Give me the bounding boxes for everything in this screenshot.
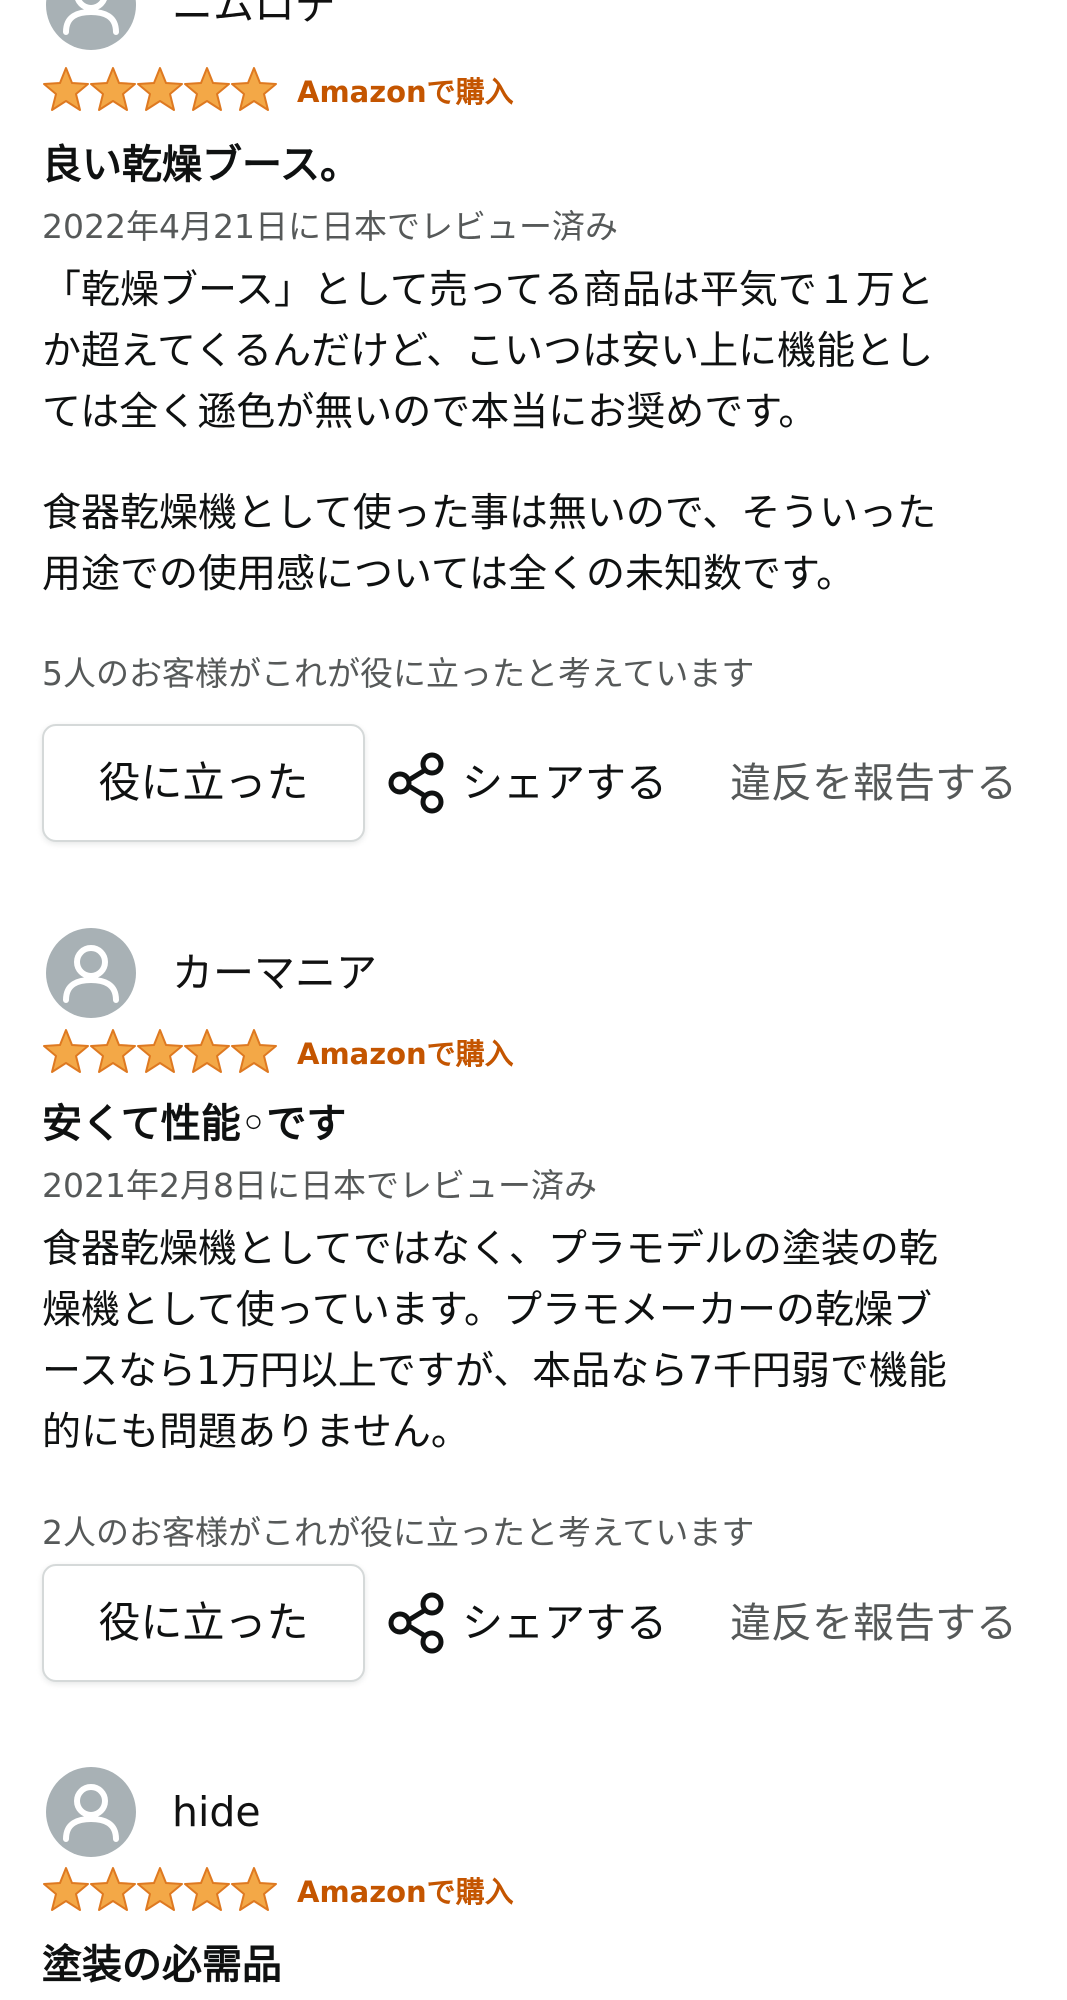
reviewer-name: hide [172,1788,261,1836]
avatar-icon [46,1767,136,1857]
reviewer-name: カーマニア [172,949,377,997]
reviewer-profile[interactable]: カーマニア [46,928,746,1018]
review-body-line: 食器乾燥機として使った事は無いので、そういった [42,491,937,536]
share-icon [388,752,444,814]
star-icon [43,1867,89,1911]
reviewer-profile[interactable]: ニムロデ [46,0,746,50]
star-icon [184,1867,230,1911]
review-body-line: ては全く遜色が無いので本当にお奨めです。 [42,390,818,435]
verified-purchase-badge: Amazonで購入 [297,1875,514,1909]
star-icon [137,67,183,111]
review-body-line: か超えてくるんだけど、こいつは安い上に機能とし [42,329,934,374]
verified-purchase-badge: Amazonで購入 [297,75,514,109]
review-body-line: 用途での使用感については全くの未知数です。 [42,552,856,597]
star-icon [90,1867,136,1911]
star-icon [137,1029,183,1073]
helpful-count: 5人のお客様がこれが役に立ったと考えています [42,654,755,693]
review-body: 食器乾燥機としてではなく、プラモデルの塗装の乾 燥機として使っています。プラモメ… [42,1219,1032,1463]
share-button[interactable]: シェアする [386,724,686,842]
review-body-line: ースなら1万円以上ですが、本品なら7千円弱で機能 [42,1349,947,1394]
reviewer-profile[interactable]: hide [46,1767,746,1857]
avatar-icon [46,928,136,1018]
star-icon [137,1867,183,1911]
avatar-icon [46,0,136,50]
star-rating [43,67,277,111]
star-icon [184,67,230,111]
star-icon [231,67,277,111]
share-button[interactable]: シェアする [386,1564,686,1682]
share-label: シェアする [462,1599,667,1647]
star-icon [43,1029,89,1073]
star-icon [231,1029,277,1073]
review-body: 「乾燥ブース」として売ってる商品は平気で１万と か超えてくるんだけど、こいつは安… [42,260,1032,605]
rating-row: Amazonで購入 [42,1866,742,1916]
review-title: 塗装の必需品 [42,1942,282,1988]
star-icon [184,1029,230,1073]
review-body-line: 「乾燥ブース」として売ってる商品は平気で１万と [42,268,934,313]
share-icon [388,1592,444,1654]
review-body-line: 食器乾燥機としてではなく、プラモデルの塗装の乾 [42,1227,938,1272]
star-icon [43,67,89,111]
share-label: シェアする [462,759,667,807]
report-abuse-link[interactable]: 違反を報告する [730,1596,1017,1650]
rating-row: Amazonで購入 [42,1028,742,1078]
star-icon [231,1867,277,1911]
review-title: 安くて性能◦です [42,1101,347,1147]
reviewer-name: ニムロデ [172,0,336,29]
rating-row: Amazonで購入 [42,66,742,116]
review-body-line: 燥機として使っています。プラモメーカーの乾燥ブ [42,1288,932,1333]
review-title: 良い乾燥ブース。 [42,142,360,188]
review-date: 2021年2月8日に日本でレビュー済み [42,1166,597,1205]
star-rating [43,1029,277,1073]
helpful-button[interactable]: 役に立った [42,1564,365,1682]
helpful-count: 2人のお客様がこれが役に立ったと考えています [42,1513,755,1552]
star-icon [90,67,136,111]
star-rating [43,1867,277,1911]
review-date: 2022年4月21日に日本でレビュー済み [42,207,618,246]
review-body-line: 的にも問題ありません。 [42,1410,470,1455]
report-abuse-link[interactable]: 違反を報告する [730,756,1017,810]
helpful-button[interactable]: 役に立った [42,724,365,842]
verified-purchase-badge: Amazonで購入 [297,1037,514,1071]
star-icon [90,1029,136,1073]
